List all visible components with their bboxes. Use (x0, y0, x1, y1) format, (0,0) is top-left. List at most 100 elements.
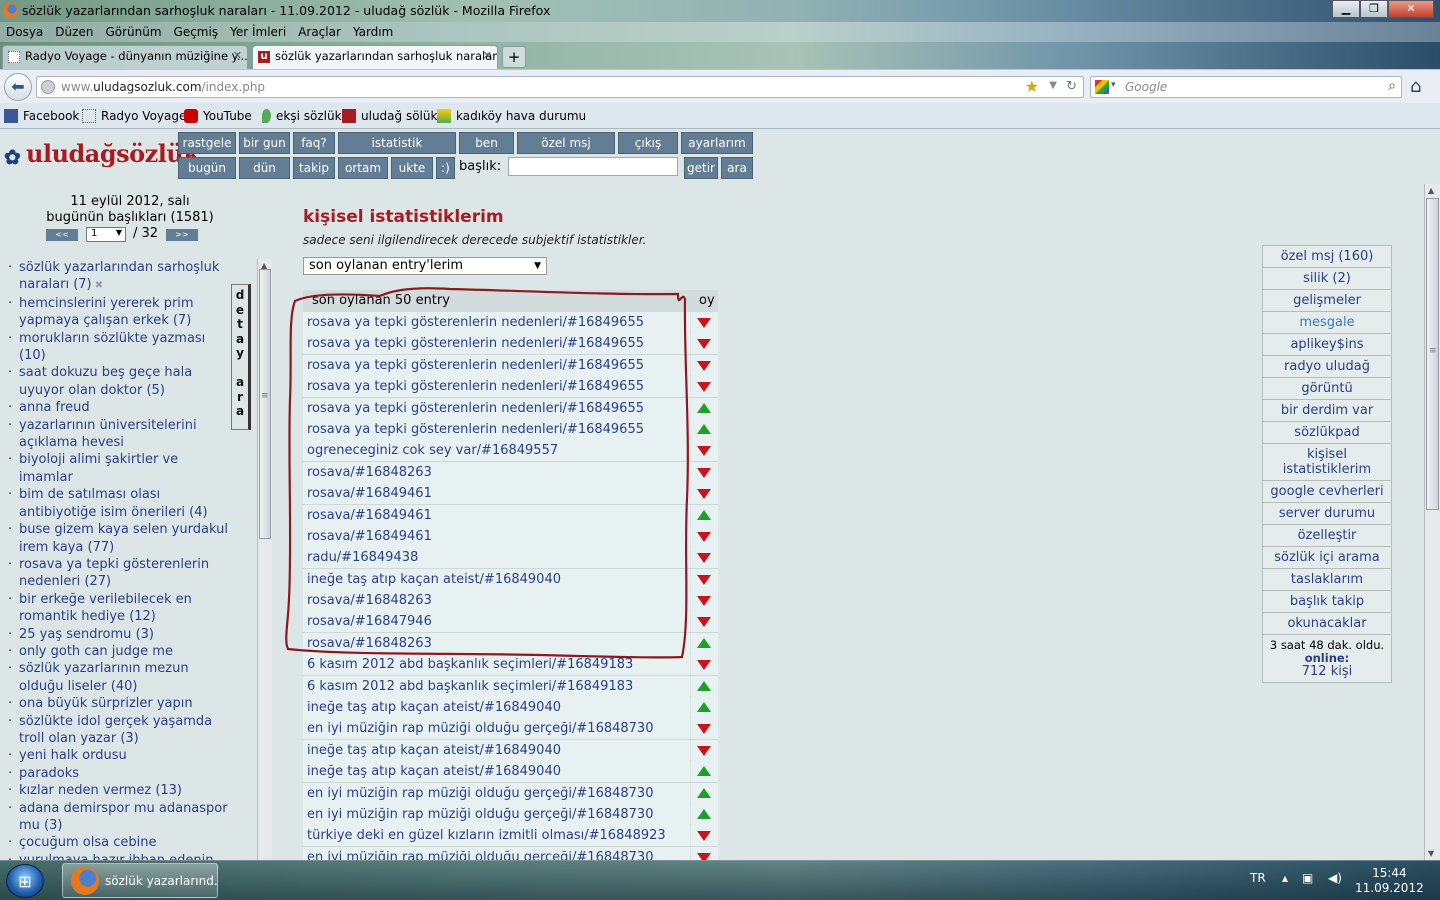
bookmark-uludag-solluk[interactable]: uludağ sölük (342, 109, 437, 123)
right-menu-item[interactable]: radyo uludağ (1262, 355, 1392, 378)
nav-faq[interactable]: faq? (293, 132, 335, 154)
menu-araclar[interactable]: Araçlar (298, 22, 341, 42)
site-logo[interactable]: ✿ uludağsözlük (4, 139, 200, 168)
nav-istatistik[interactable]: istatistik (338, 132, 456, 154)
topic-link[interactable]: kızlar neden vermez (13) (8, 782, 230, 800)
getir-button[interactable]: getir (684, 157, 718, 179)
entry-link[interactable]: rosava/#16849461 (303, 483, 690, 505)
topic-link[interactable]: yazarlarının üniversitelerini açıklama h… (8, 417, 230, 452)
topic-link[interactable]: ona büyük sürprizler yapın (8, 695, 230, 713)
entry-link[interactable]: türkiye deki en güzel kızların izmitli o… (303, 825, 690, 847)
tab-close-icon[interactable]: ✕ (483, 49, 492, 62)
right-menu-item[interactable]: silik (2) (1262, 267, 1392, 290)
topic-link[interactable]: yeni halk ordusu (8, 747, 230, 765)
right-menu-item[interactable]: okunacaklar (1262, 612, 1392, 635)
tab-close-icon[interactable]: ✕ (233, 49, 242, 62)
left-scroll-thumb[interactable] (259, 269, 271, 539)
home-icon[interactable]: ⌂ (1410, 76, 1421, 97)
maximize-button[interactable]: ❐ (1360, 0, 1388, 18)
topic-link[interactable]: rosava ya tepki gösterenlerin nedenleri … (8, 556, 230, 591)
close-window-button[interactable]: ✕ (1388, 0, 1434, 18)
topic-link[interactable]: sözlük yazarlarından sarhoşluk naraları … (8, 259, 230, 295)
entry-link[interactable]: rosava/#16847946 (303, 611, 690, 633)
new-tab-button[interactable]: + (502, 46, 526, 68)
bookmark-radyo-voyage[interactable]: Radyo Voyage (82, 109, 186, 123)
entry-link[interactable]: ineğe taş atıp kaçan ateist/#16849040 (303, 739, 690, 761)
right-menu-item[interactable]: kişisel istatistiklerim (1262, 443, 1392, 481)
topic-link[interactable]: bim de satılması olası antibiyotiğe isim… (8, 486, 230, 521)
menu-yardim[interactable]: Yardım (353, 22, 393, 42)
entry-link[interactable]: en iyi müziğin rap müziği olduğu gerçeği… (303, 846, 690, 860)
bookmark-kadikoy-hava[interactable]: kadıköy hava durumu (437, 109, 586, 123)
right-menu-item[interactable]: taslaklarım (1262, 568, 1392, 591)
nav-cikis[interactable]: çıkış (618, 132, 678, 154)
tab-radyo-voyage[interactable]: Radyo Voyage - dünyanın müziğine y... ✕ (2, 45, 248, 69)
remove-topic-icon[interactable]: ✖ (92, 280, 103, 291)
entry-link[interactable]: 6 kasım 2012 abd başkanlık seçimleri/#16… (303, 654, 690, 676)
topic-link[interactable]: morukların sözlükte yazması (10) (8, 330, 230, 365)
tray-arrow-icon[interactable]: ▴ (1282, 871, 1288, 885)
right-menu-item[interactable]: sözlük içi arama (1262, 546, 1392, 569)
topic-link[interactable]: hemcinslerini yererek prim yapmaya çalış… (8, 295, 230, 330)
entry-link[interactable]: rosava ya tepki gösterenlerin nedenleri/… (303, 376, 690, 398)
topic-link[interactable]: biyoloji alimi şakirtler ve imamlar (8, 451, 230, 486)
taskbar-firefox-item[interactable]: sözlük yazarlarınd... (62, 863, 218, 898)
topic-link[interactable]: only goth can judge me (8, 643, 230, 661)
baslik-input[interactable] (508, 157, 678, 176)
nav-bir-gun[interactable]: bir gun (239, 132, 290, 154)
nav-ayarlarim[interactable]: ayarlarım (681, 132, 753, 154)
entry-link[interactable]: rosava ya tepki gösterenlerin nedenleri/… (303, 333, 690, 355)
topic-link[interactable]: sözlükte idol gerçek yaşamda troll olan … (8, 713, 230, 748)
entry-link[interactable]: rosava/#16849461 (303, 504, 690, 526)
right-menu-item[interactable]: mesgale (1262, 311, 1392, 334)
right-menu-item[interactable]: server durumu (1262, 502, 1392, 525)
entry-link[interactable]: rosava ya tepki gösterenlerin nedenleri/… (303, 397, 690, 419)
nav-ukte[interactable]: ukte (391, 157, 433, 179)
menu-gorunum[interactable]: Görünüm (105, 22, 161, 42)
entry-link[interactable]: rosava/#16849461 (303, 525, 690, 547)
detay-ara-toggle[interactable]: detayara (231, 284, 251, 430)
topic-link[interactable]: vurulmaya hazır ibban edenin (8, 852, 230, 860)
nav-bugun[interactable]: bugün (178, 157, 236, 179)
minimize-button[interactable]: ▁ (1332, 0, 1360, 18)
right-menu-item[interactable]: görüntü (1262, 377, 1392, 400)
page-scrollbar[interactable]: ▲ ≡ ▼ (1424, 184, 1440, 860)
nav-takip[interactable]: takip (293, 157, 335, 179)
nav-ben[interactable]: ben (459, 132, 514, 154)
menu-gecmis[interactable]: Geçmiş (174, 22, 219, 42)
google-icon[interactable] (1095, 80, 1109, 94)
bookmark-eksi-sozluk[interactable]: ekşi sözlük (262, 109, 342, 123)
entry-link[interactable]: en iyi müziğin rap müziği olduğu gerçeği… (303, 782, 690, 804)
tab-uludag-sozluk[interactable]: u sözlük yazarlarından sarhoşluk naralar… (252, 45, 498, 69)
network-icon[interactable]: ▣ (1302, 871, 1313, 885)
topic-link[interactable]: çocuğum olsa cebine (8, 834, 230, 852)
site-identity-icon[interactable] (41, 80, 55, 94)
topic-link[interactable]: adana demirspor mu adanaspor mu (3) (8, 800, 230, 835)
nav-rastgele[interactable]: rastgele (178, 132, 236, 154)
search-icon[interactable]: ⌕ (1388, 78, 1396, 94)
topic-link[interactable]: anna freud (8, 399, 230, 417)
url-bar[interactable]: www.uludagsozluk.com/index.php ★ ▼ ↻ (36, 76, 1084, 98)
page-select[interactable]: 1 ▼ (86, 227, 126, 242)
entry-link[interactable]: radu/#16849438 (303, 547, 690, 569)
entry-link[interactable]: en iyi müziğin rap müziği olduğu gerçeği… (303, 803, 690, 825)
nav-smiley[interactable]: :) (436, 157, 455, 179)
menu-yer-imleri[interactable]: Yer İmleri (230, 22, 286, 42)
right-menu-item[interactable]: aplikey$ins (1262, 333, 1392, 356)
ara-button[interactable]: ara (721, 157, 753, 179)
menu-dosya[interactable]: Dosya (6, 22, 43, 42)
entry-link[interactable]: 6 kasım 2012 abd başkanlık seçimleri/#16… (303, 675, 690, 697)
right-menu-item[interactable]: özelleştir (1262, 524, 1392, 547)
scroll-down-icon[interactable]: ▼ (1428, 849, 1434, 858)
nav-dun[interactable]: dün (239, 157, 290, 179)
right-menu-item[interactable]: özel msj (160) (1262, 245, 1392, 268)
topic-link[interactable]: paradoks (8, 765, 230, 783)
topic-link[interactable]: buse gizem kaya selen yurdakul irem kaya… (8, 521, 230, 556)
stats-select[interactable]: son oylanan entry'lerim ▼ (303, 257, 547, 275)
entry-link[interactable]: rosava ya tepki gösterenlerin nedenleri/… (303, 312, 690, 333)
entry-link[interactable]: rosava/#16848263 (303, 632, 690, 654)
url-dropdown-icon[interactable]: ▼ (1049, 80, 1057, 91)
entry-link[interactable]: ineğe taş atıp kaçan ateist/#16849040 (303, 697, 690, 719)
nav-ortam[interactable]: ortam (338, 157, 388, 179)
menu-duzen[interactable]: Düzen (55, 22, 93, 42)
